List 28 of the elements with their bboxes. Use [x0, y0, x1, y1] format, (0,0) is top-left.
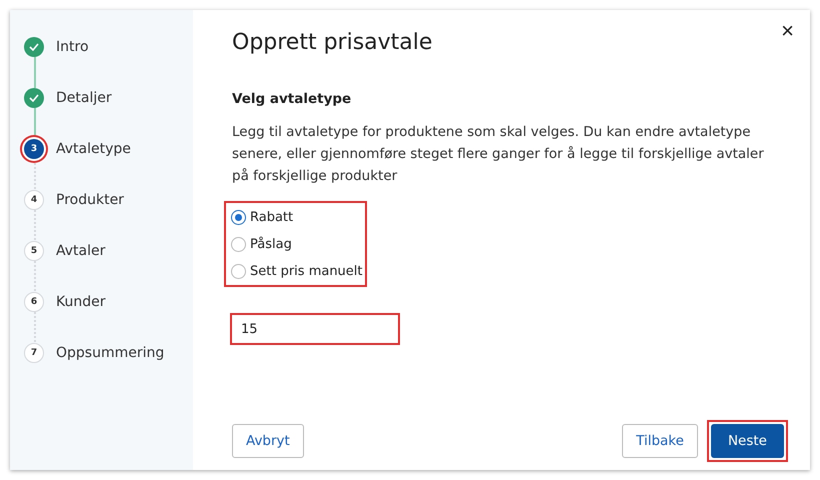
radio-button[interactable] [231, 236, 246, 252]
description: Legg til avtaletype for produktene som skal velges. Du kan endre avtaletype senere, eller gjennomføre steget flere ganger for å legge til forskjellige avtaler på forskjellige produkter [232, 123, 765, 186]
step-label[interactable]: Oppsummering [56, 345, 164, 361]
radio-button[interactable] [231, 210, 246, 224]
check-icon [29, 43, 39, 51]
step-label[interactable]: Avtaletype [56, 141, 131, 157]
dialog-title: Opprett prisavtale [232, 30, 432, 55]
next-button[interactable]: Neste [710, 424, 784, 458]
back-button[interactable]: Tilbake [622, 424, 698, 458]
step-number: 4 [30, 195, 38, 205]
step-label[interactable]: Intro [56, 39, 89, 55]
step-label[interactable]: Kunder [56, 294, 106, 310]
cancel-button[interactable]: Avbryt [232, 424, 304, 458]
close-button[interactable]: × [777, 18, 798, 44]
check-icon [29, 94, 39, 102]
radio-button[interactable] [231, 264, 246, 278]
step-label[interactable]: Avtaler [56, 243, 106, 259]
radio-label[interactable]: Rabatt [250, 210, 294, 224]
step-number: 5 [30, 246, 38, 256]
step-label[interactable]: Produkter [56, 192, 124, 208]
radio-label[interactable]: Sett pris manuelt [250, 264, 363, 278]
amount-field[interactable]: 15 [230, 313, 400, 345]
step-number: 7 [30, 348, 38, 358]
step-number: 3 [30, 144, 38, 154]
step-number: 6 [30, 297, 38, 307]
section-title: Velg avtaletype [232, 91, 352, 107]
radio-label[interactable]: Påslag [250, 236, 292, 252]
step-label[interactable]: Detaljer [56, 90, 112, 106]
